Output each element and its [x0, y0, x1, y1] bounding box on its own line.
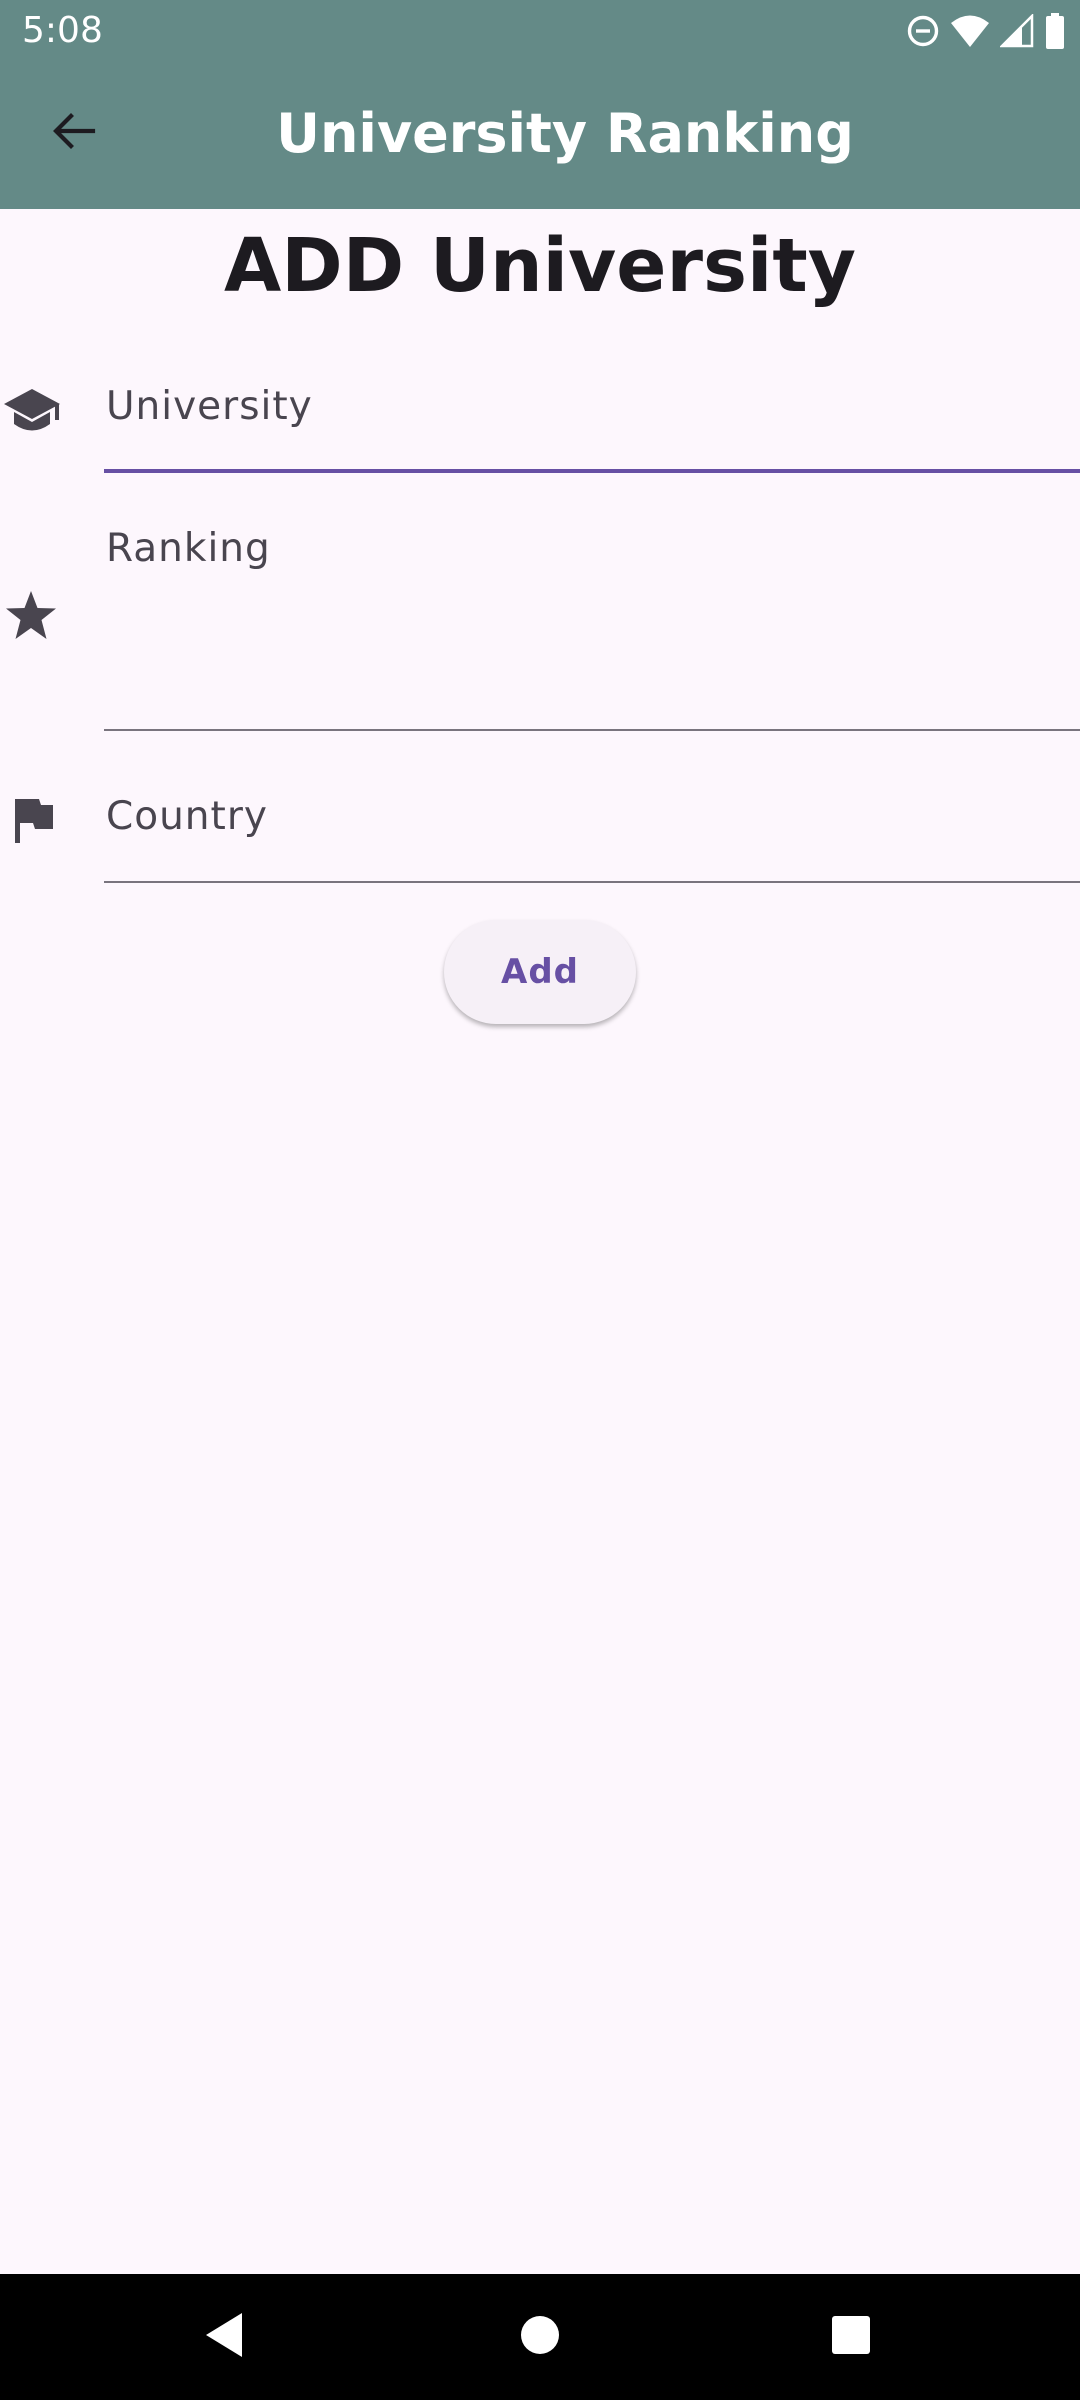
battery-icon: [1044, 13, 1066, 49]
app-header: 5:08 University Ranking: [0, 0, 1080, 209]
star-icon: [4, 588, 58, 642]
ranking-field[interactable]: Ranking: [106, 526, 271, 571]
add-button-label: Add: [501, 952, 579, 992]
country-field-label: Country: [106, 794, 268, 839]
nav-recents-button[interactable]: [818, 2304, 884, 2370]
add-button[interactable]: Add: [444, 920, 636, 1024]
system-nav-bar: [0, 2274, 1080, 2400]
app-title: University Ranking: [276, 102, 854, 165]
wifi-icon: [950, 14, 990, 48]
country-field-underline: [104, 881, 1080, 883]
university-field-label: University: [106, 384, 313, 429]
ranking-field-underline: [104, 729, 1080, 731]
recents-square-icon: [831, 2315, 871, 2359]
home-circle-icon: [520, 2315, 560, 2359]
university-field-underline: [104, 469, 1080, 473]
cellular-signal-icon: [1000, 14, 1034, 48]
screen: 5:08 University Ranking ADD University U…: [0, 0, 1080, 2400]
country-field[interactable]: Country: [106, 794, 268, 839]
back-triangle-icon: [202, 2311, 246, 2363]
status-icons: [906, 10, 1066, 52]
flag-icon: [8, 796, 58, 846]
do-not-disturb-icon: [906, 14, 940, 48]
nav-back-button[interactable]: [191, 2304, 257, 2370]
ranking-field-label: Ranking: [106, 526, 271, 571]
school-icon: [0, 385, 64, 439]
page-title: ADD University: [224, 223, 856, 309]
status-time: 5:08: [22, 10, 103, 51]
nav-home-button[interactable]: [507, 2304, 573, 2370]
university-field[interactable]: University: [106, 384, 313, 429]
